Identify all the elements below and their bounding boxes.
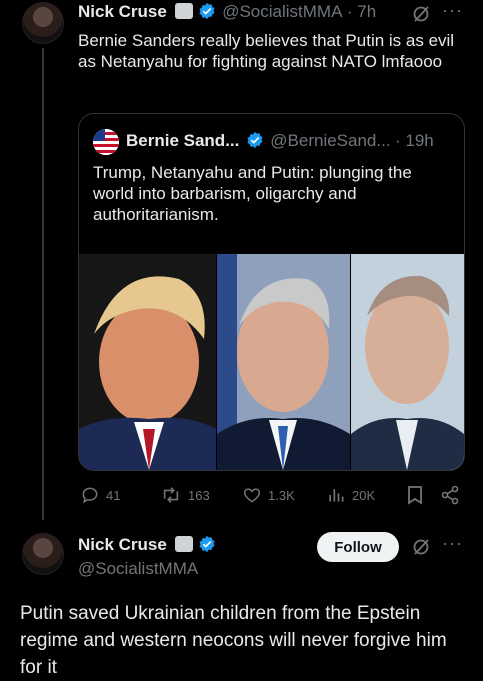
reply-action[interactable]: 41 <box>80 485 120 505</box>
tweet1-text: Bernie Sanders really believes that Puti… <box>78 31 455 71</box>
quote-avatar[interactable] <box>93 129 119 155</box>
author-name[interactable]: Nick Cruse <box>78 535 167 554</box>
bookmark-icon[interactable] <box>406 485 424 505</box>
portrait-1-image <box>79 254 216 470</box>
grok-icon[interactable] <box>411 4 431 24</box>
affiliate-badge-icon <box>175 3 194 19</box>
like-action[interactable]: 1.3K <box>242 485 295 505</box>
repost-icon <box>163 487 179 503</box>
avatar[interactable] <box>22 2 64 44</box>
timestamp[interactable]: · 7h <box>347 2 376 21</box>
quoted-tweet[interactable]: Bernie Sand... @BernieSand... · 19h Trum… <box>78 113 465 471</box>
flag-avatar-icon <box>93 129 119 155</box>
reply-count: 41 <box>106 487 121 503</box>
quote-author-handle[interactable]: @BernieSand... <box>270 131 390 150</box>
author-handle[interactable]: @SocialistMMA <box>78 559 198 579</box>
quote-timestamp[interactable]: · 19h <box>395 131 434 150</box>
repost-count: 163 <box>188 487 210 503</box>
quote-photo-3[interactable] <box>351 254 464 470</box>
share-icon[interactable] <box>440 485 460 505</box>
author-name[interactable]: Nick Cruse <box>78 2 167 21</box>
tweet2-header: Nick Cruse <box>78 535 216 555</box>
more-icon[interactable]: ··· <box>442 0 463 21</box>
views-icon <box>329 489 344 502</box>
more-icon[interactable]: ··· <box>442 533 463 554</box>
reply-icon <box>82 487 98 504</box>
like-count: 1.3K <box>268 487 295 503</box>
views-action[interactable]: 20K <box>326 485 375 505</box>
tweet2-text: Putin saved Ukrainian children from the … <box>20 603 447 678</box>
quote-text: Trump, Netanyahu and Putin: plunging the… <box>93 163 412 224</box>
quote-photo-2[interactable] <box>217 254 350 470</box>
quote-photo-1[interactable] <box>79 254 216 470</box>
thread-line <box>42 48 44 520</box>
portrait-3-image <box>351 254 464 470</box>
grok-icon[interactable] <box>411 537 431 557</box>
like-icon <box>243 488 261 503</box>
repost-action[interactable]: 163 <box>160 485 210 505</box>
quote-author-name[interactable]: Bernie Sand... <box>126 131 239 150</box>
verified-icon <box>199 2 215 20</box>
avatar[interactable] <box>22 533 64 575</box>
verified-icon <box>199 535 215 553</box>
verified-icon <box>247 131 263 149</box>
affiliate-badge-icon <box>175 536 194 552</box>
views-count: 20K <box>352 487 376 503</box>
portrait-2-image <box>217 254 350 470</box>
follow-button[interactable]: Follow <box>317 532 399 562</box>
author-handle[interactable]: @SocialistMMA <box>222 2 342 21</box>
quote-header: Bernie Sand... @BernieSand... · 19h <box>126 131 456 151</box>
